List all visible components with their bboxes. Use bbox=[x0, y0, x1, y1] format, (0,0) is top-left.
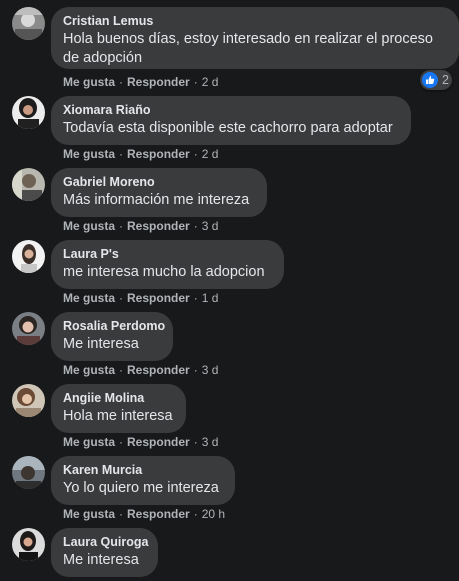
comment-text: Todavía esta disponible este cachorro pa… bbox=[63, 120, 393, 136]
comment-author[interactable]: Karen Murcia bbox=[63, 462, 223, 479]
comment-actions: Me gusta · Responder · 3 d bbox=[63, 435, 218, 449]
comment-text: Me interesa bbox=[63, 336, 139, 352]
like-button[interactable]: Me gusta bbox=[63, 219, 115, 233]
comment-bubble: Gabriel Moreno Más información me intere… bbox=[51, 168, 267, 217]
comment-bubble: Xiomara Riaño Todavía esta disponible es… bbox=[51, 96, 411, 145]
separator: · bbox=[193, 147, 198, 161]
comment-bubble: Angiie Molina Hola me interesa bbox=[51, 384, 186, 433]
comment-author[interactable]: Gabriel Moreno bbox=[63, 174, 255, 191]
like-icon bbox=[422, 72, 438, 88]
separator: · bbox=[119, 219, 124, 233]
avatar[interactable] bbox=[12, 7, 45, 40]
reply-button[interactable]: Responder bbox=[127, 291, 190, 305]
comment-author[interactable]: Xiomara Riaño bbox=[63, 102, 399, 119]
like-button[interactable]: Me gusta bbox=[63, 147, 115, 161]
avatar[interactable] bbox=[12, 456, 45, 489]
avatar[interactable] bbox=[12, 240, 45, 273]
avatar[interactable] bbox=[12, 384, 45, 417]
comment-bubble: Cristian Lemus Hola buenos días, estoy i… bbox=[51, 7, 459, 69]
timestamp[interactable]: 3 d bbox=[202, 219, 219, 233]
timestamp[interactable]: 20 h bbox=[202, 507, 225, 521]
separator: · bbox=[193, 219, 198, 233]
avatar[interactable] bbox=[12, 312, 45, 345]
separator: · bbox=[119, 507, 124, 521]
comment-actions: Me gusta · Responder · 3 d bbox=[63, 219, 218, 233]
comment-text: Yo lo quiero me intereza bbox=[63, 480, 219, 496]
reaction-count: 2 bbox=[442, 73, 449, 87]
comment-actions: Me gusta · Responder · 2 d bbox=[63, 147, 218, 161]
comment-bubble: Karen Murcia Yo lo quiero me intereza bbox=[51, 456, 235, 505]
timestamp[interactable]: 3 d bbox=[202, 435, 219, 449]
avatar[interactable] bbox=[12, 168, 45, 201]
separator: · bbox=[119, 75, 124, 89]
timestamp[interactable]: 2 d bbox=[202, 147, 219, 161]
separator: · bbox=[193, 435, 198, 449]
comment-author[interactable]: Angiie Molina bbox=[63, 390, 174, 407]
comment-bubble: Rosalia Perdomo Me interesa bbox=[51, 312, 173, 361]
timestamp[interactable]: 3 d bbox=[202, 363, 219, 377]
comment-author[interactable]: Laura P's bbox=[63, 246, 272, 263]
comment-actions: Me gusta · Responder · 2 d bbox=[63, 75, 218, 89]
comment-author[interactable]: Cristian Lemus bbox=[63, 13, 447, 30]
reply-button[interactable]: Responder bbox=[127, 219, 190, 233]
separator: · bbox=[193, 507, 198, 521]
comment-author[interactable]: Rosalia Perdomo bbox=[63, 318, 165, 335]
comment-text: Hola me interesa bbox=[63, 408, 173, 424]
avatar[interactable] bbox=[12, 528, 45, 561]
comment-actions: Me gusta · Responder · 20 h bbox=[63, 507, 225, 521]
reactions-summary[interactable]: 2 bbox=[420, 70, 452, 90]
reply-button[interactable]: Responder bbox=[127, 363, 190, 377]
separator: · bbox=[119, 435, 124, 449]
reply-button[interactable]: Responder bbox=[127, 507, 190, 521]
separator: · bbox=[193, 75, 198, 89]
comment-actions: Me gusta · Responder · 3 d bbox=[63, 363, 218, 377]
separator: · bbox=[193, 363, 198, 377]
timestamp[interactable]: 1 d bbox=[202, 291, 219, 305]
reply-button[interactable]: Responder bbox=[127, 75, 190, 89]
reply-button[interactable]: Responder bbox=[127, 147, 190, 161]
separator: · bbox=[119, 147, 124, 161]
like-button[interactable]: Me gusta bbox=[63, 291, 115, 305]
timestamp[interactable]: 2 d bbox=[202, 75, 219, 89]
comment-text: Más información me intereza bbox=[63, 192, 250, 208]
separator: · bbox=[193, 291, 198, 305]
like-button[interactable]: Me gusta bbox=[63, 75, 115, 89]
separator: · bbox=[119, 291, 124, 305]
comment-text: me interesa mucho la adopcion bbox=[63, 264, 265, 280]
comment-text: Me interesa bbox=[63, 552, 139, 568]
like-button[interactable]: Me gusta bbox=[63, 507, 115, 521]
comment-bubble: Laura Quiroga Me interesa bbox=[51, 528, 158, 577]
separator: · bbox=[119, 363, 124, 377]
comment-text: Hola buenos días, estoy interesado en re… bbox=[63, 31, 433, 66]
comment-actions: Me gusta · Responder · 1 d bbox=[63, 291, 218, 305]
avatar[interactable] bbox=[12, 96, 45, 129]
comment-bubble: Laura P's me interesa mucho la adopcion bbox=[51, 240, 284, 289]
like-button[interactable]: Me gusta bbox=[63, 363, 115, 377]
reply-button[interactable]: Responder bbox=[127, 435, 190, 449]
like-button[interactable]: Me gusta bbox=[63, 435, 115, 449]
comment-author[interactable]: Laura Quiroga bbox=[63, 534, 148, 551]
